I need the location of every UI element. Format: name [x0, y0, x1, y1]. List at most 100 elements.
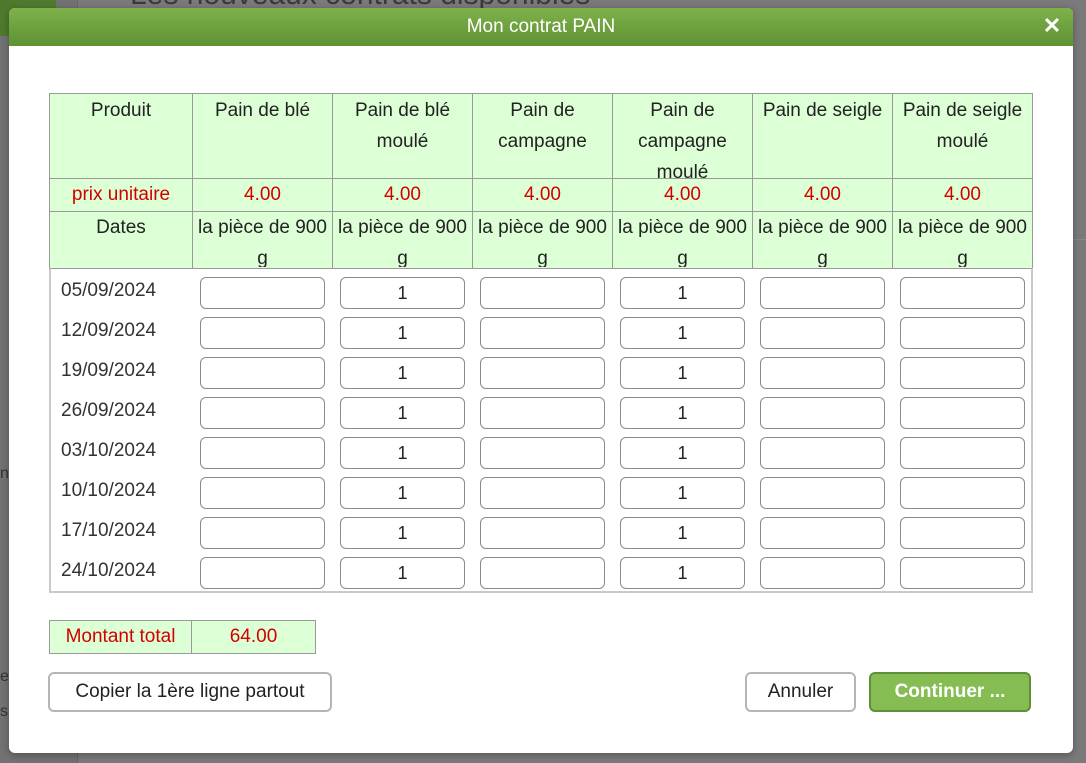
quantity-input[interactable]	[620, 397, 745, 429]
quantity-input[interactable]	[340, 477, 465, 509]
product-name-cell: Pain de blé moulé	[332, 93, 473, 179]
continue-button[interactable]: Continuer ...	[869, 672, 1031, 712]
quantity-input[interactable]	[340, 517, 465, 549]
quantity-input[interactable]	[900, 317, 1025, 349]
copy-first-row-button[interactable]: Copier la 1ère ligne partout	[48, 672, 332, 712]
price-cell: 4.00	[332, 178, 473, 212]
quantity-input[interactable]	[340, 557, 465, 589]
dates-label-cell: Dates	[49, 211, 193, 269]
close-icon[interactable]: ✕	[1041, 15, 1063, 37]
quantity-input[interactable]	[900, 437, 1025, 469]
table-row: 05/09/2024	[51, 271, 1033, 311]
unit-cell: la pièce de 900 g	[752, 211, 893, 269]
product-name-cell: Pain de campagne moulé	[612, 93, 753, 179]
quantity-input[interactable]	[760, 477, 885, 509]
table-row: 17/10/2024	[51, 511, 1033, 551]
delivery-date: 12/09/2024	[61, 320, 157, 341]
table-row: 26/09/2024	[51, 391, 1033, 431]
price-label-cell: prix unitaire	[49, 178, 193, 212]
quantity-input[interactable]	[480, 477, 605, 509]
quantity-input[interactable]	[760, 397, 885, 429]
quantity-input[interactable]	[900, 397, 1025, 429]
product-name-cell: Pain de campagne	[472, 93, 613, 179]
quantity-input[interactable]	[200, 357, 325, 389]
total-label: Montant total	[49, 620, 192, 654]
quantity-input[interactable]	[200, 317, 325, 349]
price-cell: 4.00	[472, 178, 613, 212]
cancel-button[interactable]: Annuler	[745, 672, 856, 712]
quantity-input[interactable]	[760, 557, 885, 589]
quantity-input[interactable]	[760, 437, 885, 469]
quantity-input[interactable]	[340, 437, 465, 469]
delivery-date: 17/10/2024	[61, 520, 157, 541]
unit-row: Dates la pièce de 900 g la pièce de 900 …	[49, 211, 1033, 269]
quantity-input[interactable]	[760, 517, 885, 549]
quantity-input[interactable]	[480, 517, 605, 549]
product-name-cell: Pain de seigle moulé	[892, 93, 1033, 179]
total-table: Montant total 64.00	[49, 620, 316, 654]
unit-cell: la pièce de 900 g	[192, 211, 333, 269]
quantity-input[interactable]	[620, 477, 745, 509]
price-cell: 4.00	[892, 178, 1033, 212]
quantity-input[interactable]	[620, 437, 745, 469]
quantity-input[interactable]	[900, 277, 1025, 309]
quantity-input[interactable]	[480, 277, 605, 309]
quantity-input[interactable]	[480, 557, 605, 589]
quantity-input[interactable]	[900, 357, 1025, 389]
quantity-input[interactable]	[620, 317, 745, 349]
quantity-input[interactable]	[900, 517, 1025, 549]
quantity-input[interactable]	[900, 557, 1025, 589]
unit-cell: la pièce de 900 g	[612, 211, 753, 269]
product-name-cell: Pain de seigle	[752, 93, 893, 179]
quantity-input[interactable]	[200, 437, 325, 469]
quantity-input[interactable]	[620, 357, 745, 389]
delivery-date: 10/10/2024	[61, 480, 157, 501]
quantity-input[interactable]	[760, 357, 885, 389]
table-row: 10/10/2024	[51, 471, 1033, 511]
quantity-input[interactable]	[480, 397, 605, 429]
delivery-date: 26/09/2024	[61, 400, 157, 421]
quantity-input[interactable]	[620, 277, 745, 309]
price-cell: 4.00	[612, 178, 753, 212]
dialog-title: Mon contrat PAIN	[466, 16, 616, 37]
quantity-grid: 05/09/2024 12/09/2024 19/09/2024 26/09/2024…	[49, 268, 1033, 593]
quantity-input[interactable]	[760, 317, 885, 349]
table-row: 24/10/2024	[51, 551, 1033, 591]
dialog-titlebar: Mon contrat PAIN ✕	[9, 8, 1073, 46]
quantity-input[interactable]	[200, 397, 325, 429]
quantity-input[interactable]	[340, 357, 465, 389]
price-cell: 4.00	[192, 178, 333, 212]
quantity-input[interactable]	[200, 477, 325, 509]
price-cell: 4.00	[752, 178, 893, 212]
unit-cell: la pièce de 900 g	[472, 211, 613, 269]
total-value: 64.00	[191, 620, 316, 654]
delivery-date: 05/09/2024	[61, 280, 157, 301]
quantity-input[interactable]	[620, 557, 745, 589]
product-name-cell: Pain de blé	[192, 93, 333, 179]
delivery-date: 24/10/2024	[61, 560, 157, 581]
quantity-input[interactable]	[340, 317, 465, 349]
table-row: 03/10/2024	[51, 431, 1033, 471]
quantity-input[interactable]	[200, 517, 325, 549]
unit-cell: la pièce de 900 g	[892, 211, 1033, 269]
table-row: 19/09/2024	[51, 351, 1033, 391]
quantity-input[interactable]	[340, 397, 465, 429]
quantity-input[interactable]	[900, 477, 1025, 509]
quantity-input[interactable]	[480, 357, 605, 389]
delivery-date: 19/09/2024	[61, 360, 157, 381]
quantity-input[interactable]	[760, 277, 885, 309]
quantity-input[interactable]	[340, 277, 465, 309]
background-text-fragment: s	[0, 703, 8, 720]
quantity-input[interactable]	[200, 557, 325, 589]
product-label-cell: Produit	[49, 93, 193, 179]
quantity-input[interactable]	[200, 277, 325, 309]
quantity-input[interactable]	[480, 437, 605, 469]
contract-dialog: Mon contrat PAIN ✕ Produit Pain de blé P…	[9, 8, 1073, 753]
product-name-row: Produit Pain de blé Pain de blé moulé Pa…	[49, 93, 1033, 179]
table-row: 12/09/2024	[51, 311, 1033, 351]
quantity-input[interactable]	[620, 517, 745, 549]
unit-cell: la pièce de 900 g	[332, 211, 473, 269]
product-header-table: Produit Pain de blé Pain de blé moulé Pa…	[49, 93, 1033, 269]
delivery-date: 03/10/2024	[61, 440, 157, 461]
quantity-input[interactable]	[480, 317, 605, 349]
